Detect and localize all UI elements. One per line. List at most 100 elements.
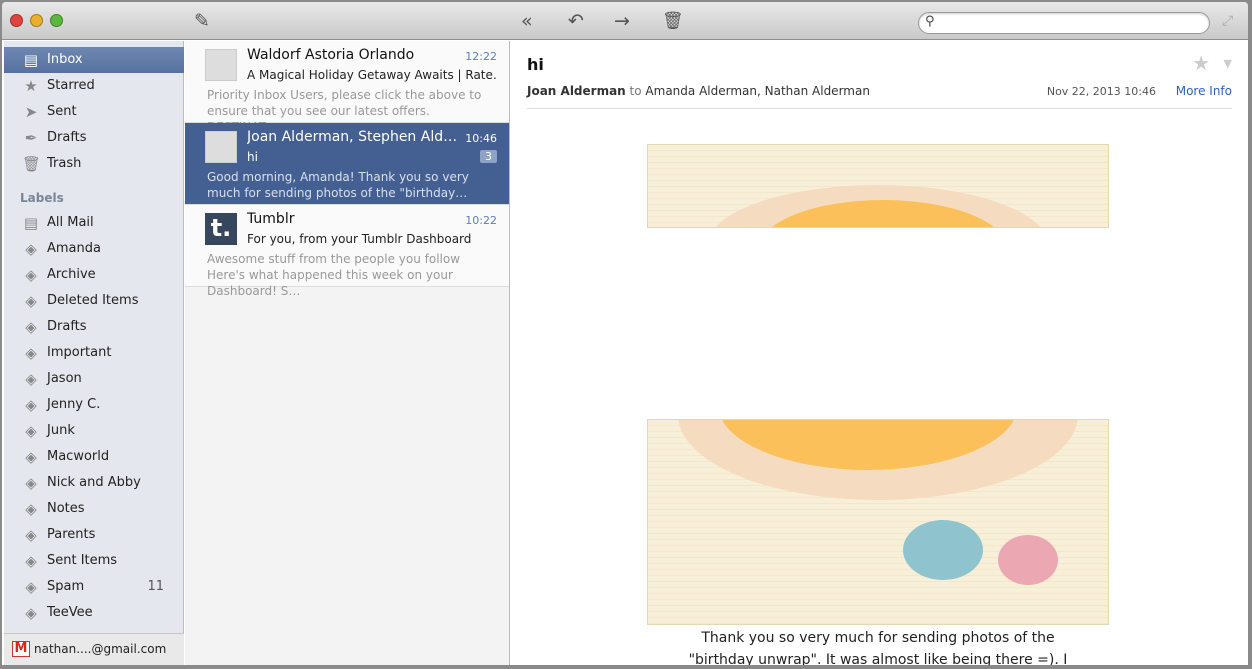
time: 10:46 bbox=[465, 132, 497, 145]
label: Notes bbox=[47, 501, 85, 516]
tag-icon: ◈ bbox=[25, 500, 37, 518]
label: Archive bbox=[47, 267, 96, 282]
account-email: nathan....@gmail.com bbox=[34, 642, 167, 656]
recipients: Amanda Alderman, Nathan Alderman bbox=[645, 84, 870, 98]
sidebar-label-spam[interactable]: ◈ Spam 11 bbox=[4, 574, 184, 600]
preview: Good morning, Amanda! Thank you so very … bbox=[207, 170, 469, 200]
trash-icon[interactable]: 🗑 bbox=[662, 11, 684, 31]
tag-icon: ◈ bbox=[25, 604, 37, 622]
tag-icon: ◈ bbox=[25, 552, 37, 570]
sidebar-item-sent[interactable]: ➤ Sent bbox=[4, 99, 184, 125]
sidebar-item-trash[interactable]: 🗑 Trash bbox=[4, 151, 184, 177]
inbox-icon: ▤ bbox=[23, 51, 39, 69]
star-icon[interactable]: ★ bbox=[1192, 51, 1210, 75]
reply-icon[interactable]: ↶ bbox=[568, 11, 584, 31]
sidebar-label-teevee[interactable]: ◈ TeeVee bbox=[4, 600, 184, 626]
label: Jason bbox=[47, 371, 82, 386]
label: Jenny C. bbox=[47, 397, 101, 412]
label: Nick and Abby bbox=[47, 475, 141, 490]
sidebar-label-amanda[interactable]: ◈ Amanda bbox=[4, 236, 184, 262]
sidebar-label-all-mail[interactable]: ▤ All Mail bbox=[4, 210, 184, 236]
reply-all-icon[interactable]: « bbox=[521, 11, 533, 31]
unread-count: 11 bbox=[147, 579, 164, 594]
tag-icon: ◈ bbox=[25, 344, 37, 362]
sidebar-label-macworld[interactable]: ◈ Macworld bbox=[4, 444, 184, 470]
label: Macworld bbox=[47, 449, 110, 464]
label: Important bbox=[47, 345, 112, 360]
label: Trash bbox=[47, 156, 82, 171]
sidebar-item-starred[interactable]: ★ Starred bbox=[4, 73, 184, 99]
close-button[interactable] bbox=[10, 14, 23, 27]
thread-count-badge: 3 bbox=[480, 150, 497, 163]
minimize-button[interactable] bbox=[30, 14, 43, 27]
message-item[interactable]: Waldorf Astoria Orlando 12:22 A Magical … bbox=[185, 41, 509, 134]
label: Parents bbox=[47, 527, 96, 542]
sidebar-label-parents[interactable]: ◈ Parents bbox=[4, 522, 184, 548]
tag-icon: ◈ bbox=[25, 318, 37, 336]
sidebar-label-notes[interactable]: ◈ Notes bbox=[4, 496, 184, 522]
email-image-top bbox=[647, 144, 1109, 228]
sidebar-label-archive[interactable]: ◈ Archive bbox=[4, 262, 184, 288]
compose-icon[interactable]: ✎ bbox=[194, 11, 210, 31]
label: Starred bbox=[47, 78, 95, 93]
time: 10:22 bbox=[465, 214, 497, 227]
message-list: Waldorf Astoria Orlando 12:22 A Magical … bbox=[185, 41, 510, 665]
sidebar-label-drafts[interactable]: ◈ Drafts bbox=[4, 314, 184, 340]
zoom-button[interactable] bbox=[50, 14, 63, 27]
sidebar-item-drafts[interactable]: ✒ Drafts bbox=[4, 125, 184, 151]
toolbar: ✎ « ↶ → 🗑 ⚲ ⤢ bbox=[2, 2, 1248, 40]
sidebar-label-jenny-c-[interactable]: ◈ Jenny C. bbox=[4, 392, 184, 418]
trash-icon: 🗑 bbox=[22, 155, 42, 173]
label: Drafts bbox=[47, 319, 87, 334]
tag-icon: ◈ bbox=[25, 474, 37, 492]
message-item[interactable]: t. Tumblr 10:22 For you, from your Tumbl… bbox=[185, 205, 509, 298]
sidebar-item-inbox[interactable]: ▤ Inbox bbox=[4, 47, 184, 73]
preview: Awesome stuff from the people you follow… bbox=[207, 252, 461, 298]
tag-icon: ◈ bbox=[25, 266, 37, 284]
message-header: Joan Alderman to Amanda Alderman, Nathan… bbox=[527, 84, 870, 98]
message-date: Nov 22, 2013 10:46 bbox=[1046, 85, 1156, 98]
sender: Waldorf Astoria Orlando bbox=[247, 47, 415, 63]
subject: For you, from your Tumblr Dashboard bbox=[247, 232, 472, 246]
fullscreen-icon[interactable]: ⤢ bbox=[1222, 11, 1233, 31]
label: All Mail bbox=[47, 215, 94, 230]
sidebar-label-important[interactable]: ◈ Important bbox=[4, 340, 184, 366]
sidebar-label-sent-items[interactable]: ◈ Sent Items bbox=[4, 548, 184, 574]
tumblr-avatar: t. bbox=[205, 213, 237, 245]
search-icon: ⚲ bbox=[925, 14, 935, 29]
paper-plane-icon: ➤ bbox=[24, 103, 38, 121]
search-input[interactable]: ⚲ bbox=[918, 12, 1210, 34]
more-info-link[interactable]: More Info bbox=[1176, 84, 1232, 98]
sidebar-label-deleted-items[interactable]: ◈ Deleted Items bbox=[4, 288, 184, 314]
chevron-down-icon[interactable]: ▼ bbox=[1224, 57, 1232, 70]
label: Junk bbox=[47, 423, 75, 438]
tag-icon: ◈ bbox=[25, 292, 37, 310]
subject: A Magical Holiday Getaway Awaits | Rate… bbox=[247, 68, 497, 82]
time: 12:22 bbox=[465, 50, 497, 63]
tag-icon: ◈ bbox=[25, 370, 37, 388]
sidebar-label-junk[interactable]: ◈ Junk bbox=[4, 418, 184, 444]
avatar bbox=[205, 131, 237, 163]
sidebar-label-jason[interactable]: ◈ Jason bbox=[4, 366, 184, 392]
forward-icon[interactable]: → bbox=[614, 11, 630, 31]
quill-icon: ✒ bbox=[24, 129, 38, 147]
avatar bbox=[205, 49, 237, 81]
label: Inbox bbox=[47, 52, 83, 67]
all-mail-icon: ▤ bbox=[23, 214, 39, 232]
message-item-selected[interactable]: Joan Alderman, Stephen Ald… 10:46 hi 3 G… bbox=[185, 123, 509, 205]
label: Sent Items bbox=[47, 553, 118, 568]
label: Amanda bbox=[47, 241, 101, 256]
label: Sent bbox=[47, 104, 77, 119]
label: Drafts bbox=[47, 130, 87, 145]
tag-icon: ◈ bbox=[25, 396, 37, 414]
account-switcher[interactable]: Mnathan....@gmail.com bbox=[4, 633, 184, 665]
tag-icon: ◈ bbox=[25, 422, 37, 440]
blue-bird bbox=[903, 520, 983, 580]
subject: hi bbox=[247, 150, 258, 164]
labels-heading: Labels bbox=[20, 191, 64, 205]
label: Spam bbox=[47, 579, 85, 594]
body-line: "birthday unwrap". It was almost like be… bbox=[688, 652, 1068, 665]
pink-bird bbox=[998, 535, 1058, 585]
sidebar-label-nick-and-abby[interactable]: ◈ Nick and Abby bbox=[4, 470, 184, 496]
sender-name[interactable]: Joan Alderman bbox=[527, 84, 626, 98]
